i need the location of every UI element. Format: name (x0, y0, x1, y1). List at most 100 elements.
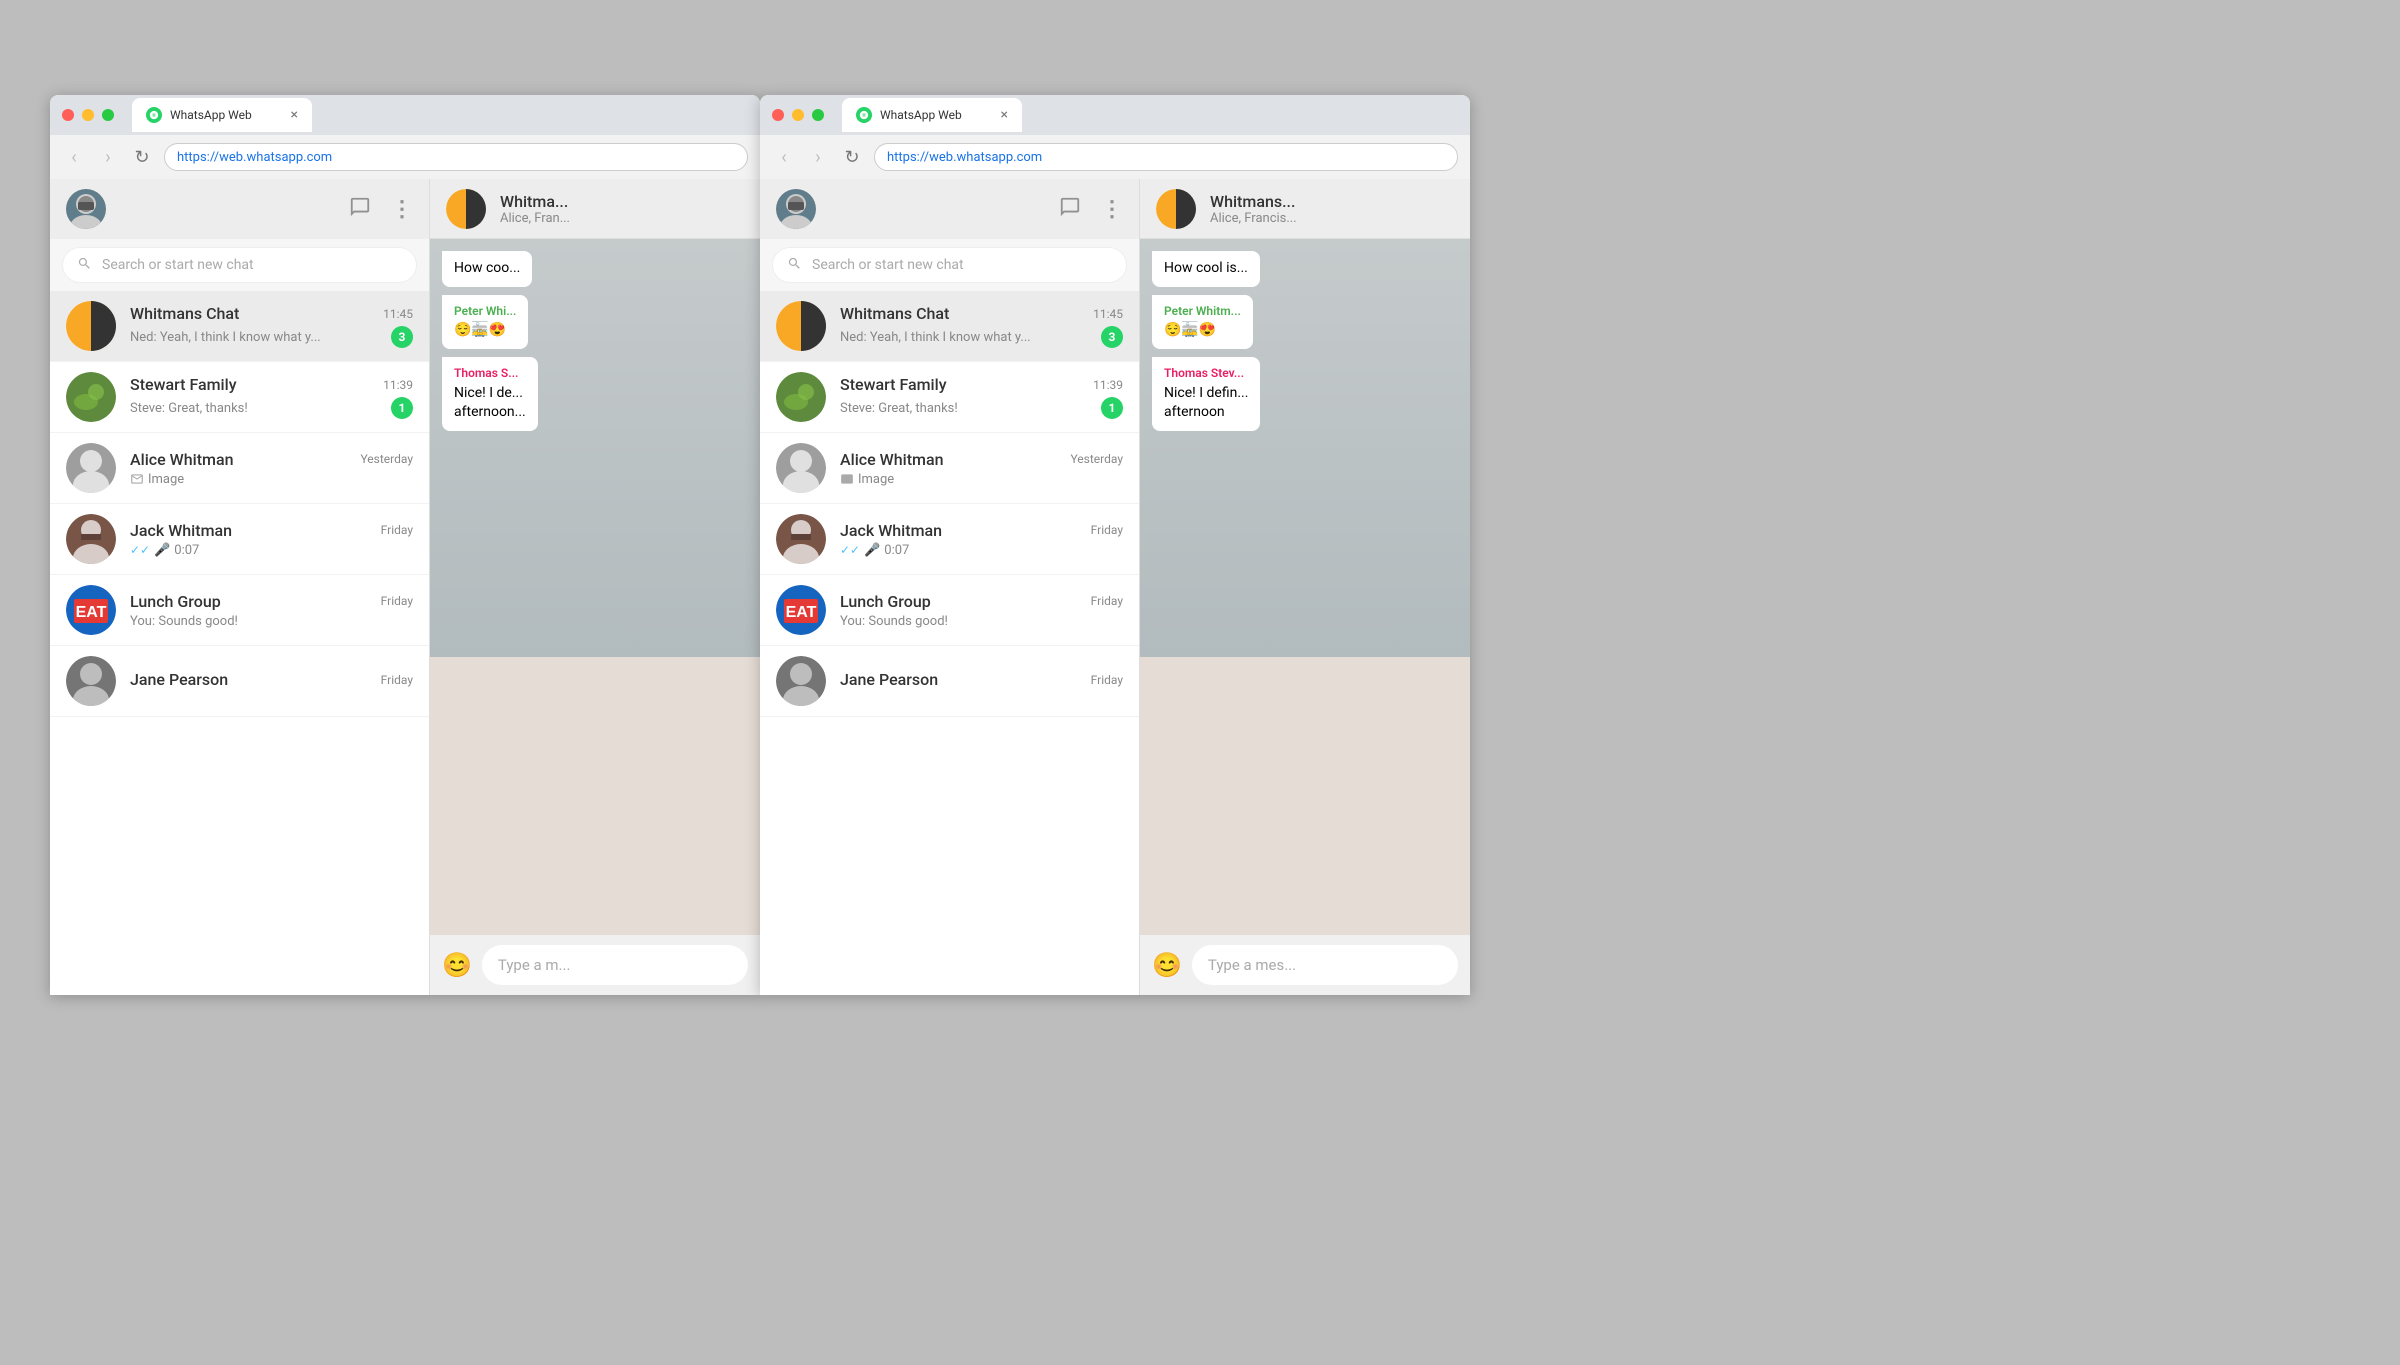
chat-info-jane-right: Jane Pearson Friday (840, 670, 1123, 692)
chat-avatar-jane-right (776, 656, 826, 706)
mic-icon-jack-left: 🎤 (154, 543, 170, 558)
chat-item-alice-right[interactable]: Alice Whitman Yesterday Image (760, 433, 1139, 504)
chat-name-alice-left: Alice Whitman (130, 450, 234, 469)
voice-preview-jack-right: ✓✓ 🎤 0:07 (840, 543, 909, 558)
address-bar-right[interactable]: https://web.whatsapp.com (874, 143, 1458, 171)
tab-close-right[interactable]: × (1001, 107, 1008, 123)
chat-avatar-jack-right (776, 514, 826, 564)
search-input-right[interactable]: Search or start new chat (772, 247, 1127, 283)
svg-text:EAT: EAT (76, 604, 107, 621)
chat-item-jack-right[interactable]: Jack Whitman Friday ✓✓ 🎤 0:07 (760, 504, 1139, 575)
compose-icon-left[interactable] (349, 196, 371, 223)
voice-duration-jack-right: 0:07 (884, 543, 909, 558)
chat-time-alice-left: Yesterday (360, 452, 413, 466)
double-tick-jack-right: ✓✓ (840, 543, 860, 557)
chat-avatar-alice-right (776, 443, 826, 493)
chat-avatar-whitmans-left (66, 301, 116, 351)
chat-bg-left: How coo... Peter Whi... 😌🚋😍 Thomas S... … (430, 239, 760, 935)
chat-item-whitmans-right[interactable]: Whitmans Chat 11:45 Ned: Yeah, I think I… (760, 291, 1139, 362)
emoji-button-left[interactable]: 😊 (442, 951, 472, 979)
tab-title-left: WhatsApp Web (170, 108, 252, 122)
chat-item-lunch-right[interactable]: EAT Lunch Group Friday You: Sounds good! (760, 575, 1139, 646)
search-placeholder-right: Search or start new chat (812, 257, 964, 273)
chat-avatar-lunch-left: EAT (66, 585, 116, 635)
message-input-right[interactable]: Type a mes... (1192, 945, 1458, 985)
user-avatar-left[interactable] (66, 189, 106, 229)
unread-badge-whitmans-right: 3 (1101, 326, 1123, 348)
maximize-dot-right[interactable] (812, 109, 824, 121)
chat-name-alice-right: Alice Whitman (840, 450, 944, 469)
back-button-right[interactable]: ‹ (772, 147, 796, 168)
teal-top-bar (0, 0, 2400, 95)
tab-title-right: WhatsApp Web (880, 108, 962, 122)
chat-preview-stewart-right: Steve: Great, thanks! (840, 401, 1101, 416)
chat-avatar-stewart-right (776, 372, 826, 422)
chat-panel-sub-left: Alice, Fran... (500, 211, 744, 226)
user-avatar-right[interactable] (776, 189, 816, 229)
menu-icon-right[interactable]: ⋮ (1101, 197, 1123, 222)
chat-info-whitmans-right: Whitmans Chat 11:45 Ned: Yeah, I think I… (840, 304, 1123, 348)
chat-panel-header-right: Whitmans... Alice, Francis... (1140, 179, 1470, 239)
chat-panel-info-right: Whitmans... Alice, Francis... (1210, 192, 1454, 226)
chat-info-stewart-left: Stewart Family 11:39 Steve: Great, thank… (130, 375, 413, 419)
browser-tab-left[interactable]: WhatsApp Web × (132, 98, 312, 132)
chat-item-lunch-left[interactable]: EAT Lunch Group Friday You: Sounds good! (50, 575, 429, 646)
browser-content-right: ⋮ Search or start new chat (760, 179, 1470, 995)
search-input-left[interactable]: Search or start new chat (62, 247, 417, 283)
chat-time-stewart-right: 11:39 (1093, 378, 1123, 392)
chat-avatar-jack-left (66, 514, 116, 564)
minimize-dot-right[interactable] (792, 109, 804, 121)
message-emojis-right: Peter Whitm... 😌🚋😍 (1152, 295, 1253, 349)
wa-header-icons-left: ⋮ (349, 196, 413, 223)
close-dot-right[interactable] (772, 109, 784, 121)
chat-item-jane-left[interactable]: Jane Pearson Friday (50, 646, 429, 717)
chat-time-stewart-left: 11:39 (383, 378, 413, 392)
minimize-dot[interactable] (82, 109, 94, 121)
browser-tab-right[interactable]: WhatsApp Web × (842, 98, 1022, 132)
browser-titlebar-right: WhatsApp Web × (760, 95, 1470, 135)
refresh-button-left[interactable]: ↻ (130, 147, 154, 168)
chat-item-stewart-right[interactable]: Stewart Family 11:39 Steve: Great, thank… (760, 362, 1139, 433)
emoji-button-right[interactable]: 😊 (1152, 951, 1182, 979)
chat-preview-alice-right: Image (840, 472, 1123, 487)
search-icon-right (787, 256, 802, 275)
search-icon-left (77, 256, 92, 275)
menu-icon-left[interactable]: ⋮ (391, 197, 413, 222)
chat-item-whitmans-left[interactable]: Whitmans Chat 11:45 Ned: Yeah, I think I… (50, 291, 429, 362)
chat-info-lunch-left: Lunch Group Friday You: Sounds good! (130, 592, 413, 629)
chat-item-alice-left[interactable]: Alice Whitman Yesterday Image (50, 433, 429, 504)
chat-time-alice-right: Yesterday (1070, 452, 1123, 466)
wa-header-icons-right: ⋮ (1059, 196, 1123, 223)
svg-text:EAT: EAT (786, 604, 817, 621)
chat-time-lunch-right: Friday (1091, 594, 1123, 608)
url-text-right: https://web.whatsapp.com (887, 150, 1042, 165)
chat-messages-left: How coo... Peter Whi... 😌🚋😍 Thomas S... … (430, 239, 760, 935)
wa-sidebar-left: ⋮ Search or start new chat (50, 179, 430, 995)
unread-badge-whitmans-left: 3 (391, 326, 413, 348)
forward-button-right[interactable]: › (806, 147, 830, 168)
search-placeholder-left: Search or start new chat (102, 257, 254, 273)
back-button-left[interactable]: ‹ (62, 147, 86, 168)
chat-preview-whitmans-left: Ned: Yeah, I think I know what y... (130, 330, 391, 345)
tab-close-left[interactable]: × (291, 107, 298, 123)
wa-header-right: ⋮ (760, 179, 1139, 239)
chat-panel-name-right: Whitmans... (1210, 192, 1454, 211)
chat-item-jack-left[interactable]: Jack Whitman Friday ✓✓ 🎤 0:07 (50, 504, 429, 575)
maximize-dot[interactable] (102, 109, 114, 121)
chat-time-jack-right: Friday (1091, 523, 1123, 537)
close-dot[interactable] (62, 109, 74, 121)
chat-name-stewart-left: Stewart Family (130, 375, 237, 394)
compose-icon-right[interactable] (1059, 196, 1081, 223)
browser-toolbar-left: ‹ › ↻ https://web.whatsapp.com (50, 135, 760, 179)
forward-button-left[interactable]: › (96, 147, 120, 168)
chat-panel-header-left: Whitma... Alice, Fran... (430, 179, 760, 239)
refresh-button-right[interactable]: ↻ (840, 147, 864, 168)
chat-item-jane-right[interactable]: Jane Pearson Friday (760, 646, 1139, 717)
voice-duration-jack-left: 0:07 (174, 543, 199, 558)
browser-titlebar-left: WhatsApp Web × (50, 95, 760, 135)
chat-name-jane-left: Jane Pearson (130, 670, 228, 689)
chat-time-lunch-left: Friday (381, 594, 413, 608)
address-bar-left[interactable]: https://web.whatsapp.com (164, 143, 748, 171)
message-input-left[interactable]: Type a m... (482, 945, 748, 985)
chat-item-stewart-left[interactable]: Stewart Family 11:39 Steve: Great, thank… (50, 362, 429, 433)
